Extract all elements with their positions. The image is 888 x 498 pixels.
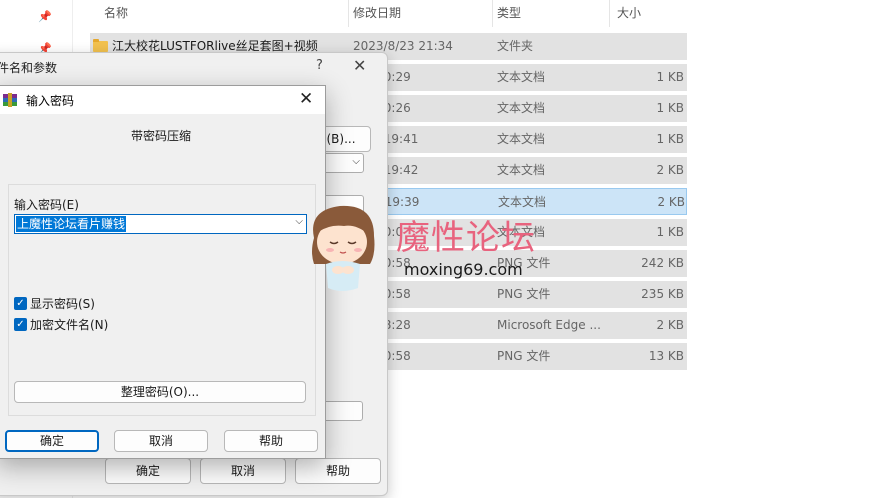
checkbox-label: 显示密码(S) [30,297,95,311]
close-icon[interactable]: ✕ [299,89,313,109]
password-input[interactable]: 上魔性论坛看片赚钱 ⌵ [14,214,307,234]
dialog-title: 输入密码 [26,94,75,108]
help-button[interactable]: 帮助 [224,430,318,452]
section-heading: 带密码压缩 [130,129,191,143]
folder-icon [93,39,108,52]
file-size: 1 KB [656,225,684,239]
checkmark-icon[interactable]: ✓ [14,297,27,310]
cancel-button[interactable]: 取消 [200,458,286,484]
watermark-title: 魔性论坛 [396,218,536,258]
file-size: 235 KB [641,287,684,301]
file-type: 文本文档 [497,132,546,146]
file-size: 242 KB [641,256,684,270]
chevron-down-icon: ⌵ [352,156,360,167]
checkmark-icon[interactable]: ✓ [14,318,27,331]
title-bar[interactable]: 输入密码 ✕ [0,86,325,114]
checkbox-label: 加密文件名(N) [30,318,109,332]
ok-button[interactable]: 确定 [105,458,191,484]
file-size [612,33,684,60]
file-size: 1 KB [656,101,684,115]
organize-passwords-button[interactable]: 整理密码(O)... [14,381,306,403]
file-size: 2 KB [656,163,684,177]
pin-icon[interactable]: 📌 [38,10,52,24]
mascot-image [312,205,375,291]
file-type: PNG 文件 [497,349,551,363]
winrar-icon [3,93,17,107]
column-header-size[interactable]: 大小 [617,0,687,27]
dialog-title: 件名和参数 [0,61,58,75]
file-size: 1 KB [656,132,684,146]
file-type: Microsoft Edge ... [497,318,601,332]
password-dialog: 输入密码 ✕ 带密码压缩 输入密码(E) 上魔性论坛看片赚钱 ⌵ ✓ 显示密码(… [0,85,326,459]
file-size: 2 KB [657,195,685,209]
password-value[interactable]: 上魔性论坛看片赚钱 [16,216,127,232]
column-header-type[interactable]: 类型 [497,0,610,27]
close-icon[interactable]: ✕ [353,56,366,75]
ok-button[interactable]: 确定 [5,430,99,452]
help-button[interactable]: 帮助 [295,458,381,484]
file-type: 文本文档 [497,101,546,115]
watermark-url: moxing69.com [404,260,523,279]
file-type: 文件夹 [497,39,534,53]
cancel-button[interactable]: 取消 [114,430,208,452]
help-icon[interactable]: ? [316,58,323,73]
file-size: 2 KB [656,318,684,332]
password-field-label: 输入密码(E) [14,198,79,212]
file-size: 1 KB [656,70,684,84]
column-header-name[interactable]: 名称 [104,0,349,27]
column-header-date[interactable]: 修改日期 [353,0,493,27]
file-type: PNG 文件 [497,287,551,301]
file-size: 13 KB [648,349,684,363]
file-type: 文本文档 [497,163,546,177]
file-type: 文本文档 [497,70,546,84]
